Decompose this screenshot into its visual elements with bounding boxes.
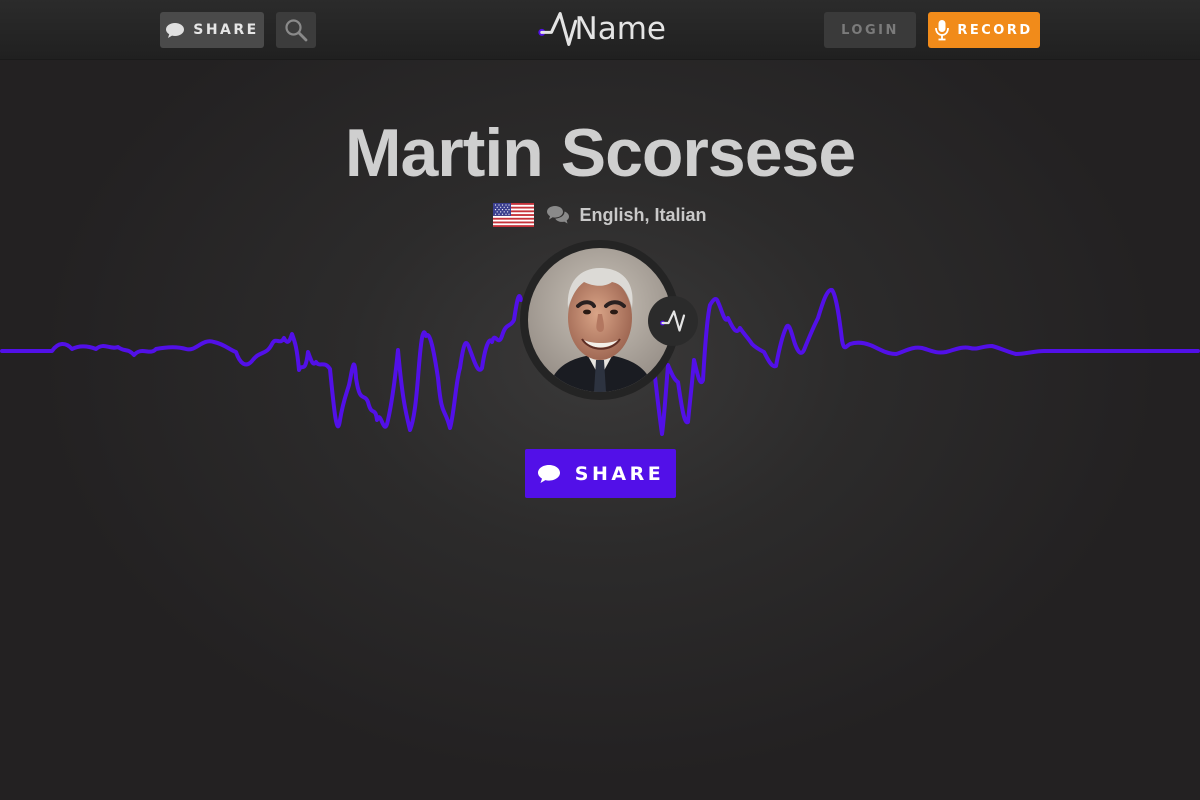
share-button[interactable]: SHARE: [525, 449, 676, 498]
share-label: SHARE: [574, 462, 665, 485]
logo-mark-icon: [660, 310, 686, 332]
audio-waveform: [0, 287, 1200, 436]
chat-bubble-icon: [537, 464, 560, 483]
logo-badge: [648, 296, 698, 346]
